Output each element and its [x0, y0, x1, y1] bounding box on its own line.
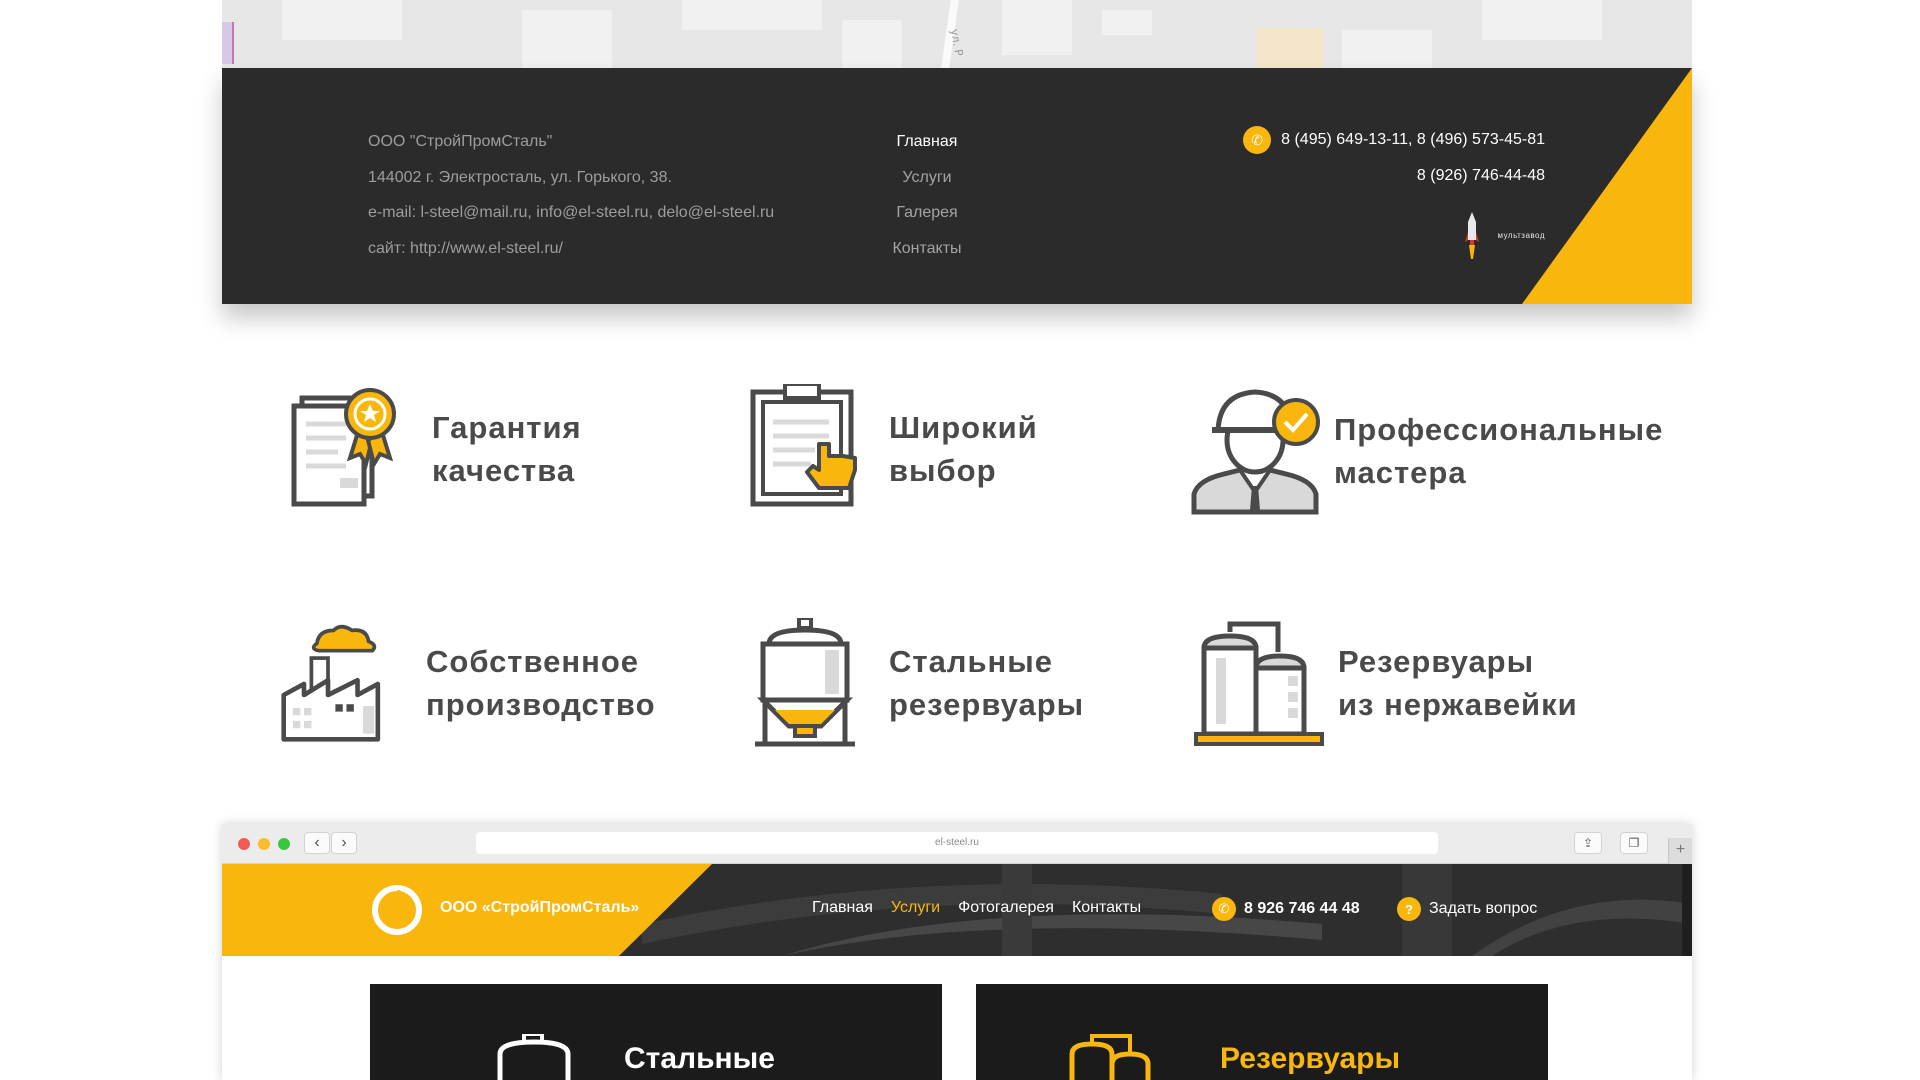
feature-masters: Профессиональные мастера: [1190, 386, 1663, 516]
service-card-steel[interactable]: Стальные: [370, 984, 942, 1080]
feature-stainless-tanks: Резервуары из нержавейки: [1194, 618, 1578, 748]
ask-question-label: Задать вопрос: [1429, 900, 1538, 917]
feature-steel-tanks-text: Стальные резервуары: [889, 644, 1085, 722]
feature-steel-tanks: Стальные резервуары: [745, 618, 1084, 748]
chevron-right-icon: ›: [341, 834, 347, 851]
new-tab-button[interactable]: +: [1668, 838, 1692, 864]
main-nav: Главная Услуги Фотогалерея Контакты: [812, 899, 1159, 917]
stainless-tanks-icon: [1194, 621, 1324, 746]
feature-choice-text: Широкий выбор: [889, 410, 1038, 488]
feature-production-text: Собственное производство: [426, 644, 656, 722]
footer-nav: Главная Услуги Галерея Контакты: [872, 124, 982, 266]
browser-toolbar: ‹ › el-steel.ru ⇪ ❐ +: [222, 824, 1692, 864]
nav-photogallery[interactable]: Фотогалерея: [958, 899, 1054, 917]
developer-logo[interactable]: мультзавод: [1465, 210, 1545, 260]
back-button[interactable]: ‹: [304, 832, 330, 854]
tabs-icon: ❐: [1628, 836, 1640, 850]
footer-nav-contacts[interactable]: Контакты: [872, 231, 982, 267]
rocket-icon: [1465, 212, 1480, 259]
feature-stainless-tanks-text: Резервуары из нержавейки: [1338, 644, 1578, 722]
steel-tank-icon: [497, 1034, 571, 1080]
factory-icon: [281, 624, 381, 742]
phone-icon: ✆: [1212, 897, 1236, 921]
map-building: [282, 0, 402, 40]
site-header: ООО «СтройПромСталь» Главная Услуги Фото…: [222, 864, 1692, 956]
ask-question-button[interactable]: ? Задать вопрос: [1397, 897, 1537, 921]
map-marker[interactable]: [222, 22, 234, 64]
service-card-title: Стальные: [624, 1042, 775, 1075]
share-button[interactable]: ⇪: [1574, 832, 1602, 854]
minimize-window-button[interactable]: [258, 838, 270, 850]
footer-phones: ✆ 8 (495) 649-13-11, 8 (496) 573-45-81 8…: [1243, 122, 1545, 194]
company-name[interactable]: ООО «СтройПромСталь»: [440, 899, 639, 917]
map-building: [1482, 0, 1602, 40]
question-icon: ?: [1397, 897, 1421, 921]
service-card-stainless[interactable]: Резервуары: [976, 984, 1548, 1080]
developer-logo-text: мультзавод: [1497, 230, 1545, 240]
close-window-button[interactable]: [238, 838, 250, 850]
stainless-tanks-icon: [1069, 1034, 1151, 1080]
tabs-button[interactable]: ❐: [1620, 832, 1648, 854]
map-strip[interactable]: ул. Р: [222, 0, 1692, 68]
map-building: [1342, 30, 1432, 68]
map-building: [1102, 10, 1152, 35]
header-phone-number: 8 926 746 44 48: [1244, 900, 1360, 917]
feature-masters-text: Профессиональные мастера: [1334, 412, 1664, 490]
footer-phone-row: ✆ 8 (495) 649-13-11, 8 (496) 573-45-81: [1243, 122, 1545, 158]
map-area: [1257, 28, 1323, 68]
certificate-icon: [291, 388, 396, 507]
footer-nav-services[interactable]: Услуги: [872, 160, 982, 196]
feature-quality-text: Гарантия качества: [432, 410, 582, 488]
phone-icon: ✆: [1243, 126, 1272, 154]
footer-company-name: ООО "СтройПромСталь": [368, 133, 553, 150]
feature-choice: Широкий выбор: [745, 384, 1038, 514]
nav-home[interactable]: Главная: [812, 899, 873, 917]
footer-company-info: ООО "СтройПромСталь" 144002 г. Электрост…: [368, 124, 774, 266]
footer-email[interactable]: e-mail: l-steel@mail.ru, info@el-steel.r…: [368, 195, 774, 231]
chevron-left-icon: ‹: [314, 834, 320, 851]
address-bar[interactable]: el-steel.ru: [476, 832, 1438, 854]
footer-phone-main[interactable]: 8 (495) 649-13-11, 8 (496) 573-45-81: [1281, 122, 1545, 158]
nav-services[interactable]: Услуги: [891, 899, 940, 917]
header-phone[interactable]: ✆ 8 926 746 44 48: [1212, 897, 1360, 921]
steel-tank-icon: [755, 618, 855, 747]
footer-phone-mobile[interactable]: 8 (926) 746-44-48: [1417, 158, 1545, 194]
map-building: [1002, 0, 1072, 55]
map-building: [522, 10, 612, 68]
worker-icon: [1191, 389, 1320, 515]
site-footer: ООО "СтройПромСталь" 144002 г. Электрост…: [222, 68, 1692, 304]
clipboard-hand-icon: [750, 384, 857, 507]
browser-mockup: ‹ › el-steel.ru ⇪ ❐ + ООО «СтройПромСтал…: [222, 824, 1692, 1080]
share-icon: ⇪: [1582, 836, 1594, 850]
maximize-window-button[interactable]: [278, 838, 290, 850]
service-card-title: Резервуары: [1220, 1042, 1401, 1075]
footer-site[interactable]: сайт: http://www.el-steel.ru/: [368, 231, 774, 267]
nav-contacts[interactable]: Контакты: [1072, 899, 1141, 917]
plus-icon: +: [1675, 841, 1686, 858]
map-building: [682, 0, 822, 30]
feature-production: Собственное производство: [280, 618, 656, 748]
company-logo-icon[interactable]: [370, 883, 424, 937]
footer-phone-row: 8 (926) 746-44-48: [1243, 158, 1545, 194]
feature-quality: Гарантия качества: [288, 384, 582, 514]
forward-button[interactable]: ›: [331, 832, 357, 854]
footer-nav-gallery[interactable]: Галерея: [872, 195, 982, 231]
map-building: [842, 20, 902, 68]
footer-address: 144002 г. Электросталь, ул. Горького, 38…: [368, 168, 672, 186]
footer-nav-home[interactable]: Главная: [872, 124, 982, 160]
footer-accent-triangle: [1522, 68, 1692, 304]
